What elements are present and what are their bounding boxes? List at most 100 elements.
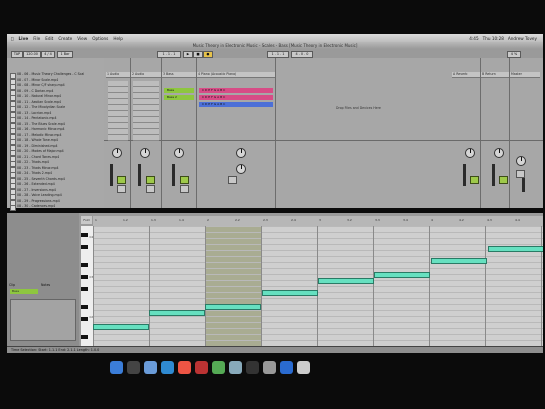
photos-icon[interactable] xyxy=(212,361,225,374)
quantization-menu[interactable]: 1 Bar xyxy=(57,51,73,58)
dashboard-icon[interactable] xyxy=(127,361,140,374)
midi-note[interactable] xyxy=(374,272,430,278)
empty-clip-slot[interactable] xyxy=(108,135,128,141)
track-header[interactable]: 2 Audio xyxy=(131,72,161,78)
menu-create[interactable]: Create xyxy=(58,36,72,41)
clip-slot-bass-2[interactable]: Bass 2 xyxy=(164,95,194,100)
black-key[interactable] xyxy=(81,233,88,237)
midi-note[interactable] xyxy=(488,246,543,252)
mail-icon[interactable] xyxy=(144,361,157,374)
pan-knob[interactable] xyxy=(140,148,150,158)
midi-note[interactable] xyxy=(318,278,374,284)
app-store-icon[interactable] xyxy=(280,361,293,374)
preview-icon[interactable] xyxy=(229,361,242,374)
midi-note[interactable] xyxy=(149,310,205,316)
pitch-row-line xyxy=(93,244,543,245)
apple-menu-icon[interactable]:  xyxy=(11,36,14,41)
pitch-row-line xyxy=(93,334,543,335)
arrangement-position[interactable]: 1 . 1 . 1 xyxy=(157,51,181,58)
solo-button[interactable] xyxy=(146,185,155,193)
clip-panel-controls[interactable] xyxy=(10,299,76,341)
pitch-row-line xyxy=(93,226,543,227)
pitch-row-line xyxy=(93,292,543,293)
menu-view[interactable]: View xyxy=(77,36,87,41)
pitch-row-line xyxy=(93,232,543,233)
pan-knob[interactable] xyxy=(494,148,504,158)
clip-slot-piano-1[interactable]: C D E F G A B C xyxy=(199,88,273,93)
midi-note[interactable] xyxy=(93,324,149,330)
clip-slot-piano-2[interactable]: C D E F G A B C xyxy=(199,95,273,100)
midi-note[interactable] xyxy=(262,290,318,296)
black-key[interactable] xyxy=(81,275,88,279)
midi-note[interactable] xyxy=(431,258,487,264)
tempo-field[interactable]: 120.00 xyxy=(23,51,41,58)
loop-start-field[interactable]: 1 . 1 . 1 xyxy=(267,51,289,58)
arm-button[interactable] xyxy=(228,176,237,184)
track-activator-button[interactable] xyxy=(117,176,126,184)
note-editor-grid[interactable] xyxy=(93,226,543,346)
master-button[interactable] xyxy=(516,170,525,178)
notes-box-title: Notes xyxy=(41,283,51,287)
record-button[interactable]: ● xyxy=(203,51,213,58)
safari-icon[interactable] xyxy=(161,361,174,374)
level-meter xyxy=(138,164,141,186)
send-knob[interactable] xyxy=(236,164,246,174)
black-key[interactable] xyxy=(81,287,88,291)
tap-tempo-button[interactable]: TAP xyxy=(11,51,23,58)
black-key[interactable] xyxy=(81,317,88,321)
menu-live[interactable]: Live xyxy=(19,36,29,41)
file-browser: 08 - 06 - Music Theory Challenges - C Sc… xyxy=(7,58,105,211)
black-key[interactable] xyxy=(81,335,88,339)
menu-options[interactable]: Options xyxy=(92,36,108,41)
menu-file[interactable]: File xyxy=(33,36,40,41)
track-4-piano[interactable]: 4 Piano (Acoustic Piano) C D E F G A B C… xyxy=(197,58,276,208)
clip-name-field[interactable]: Bass xyxy=(10,289,38,294)
empty-clip-slot[interactable] xyxy=(133,135,159,141)
black-key[interactable] xyxy=(81,245,88,249)
finder-icon[interactable] xyxy=(110,361,123,374)
track-activator-button[interactable] xyxy=(180,176,189,184)
calendar-icon[interactable] xyxy=(178,361,191,374)
pitch-row-line xyxy=(93,250,543,251)
black-key[interactable] xyxy=(81,263,88,267)
midi-note[interactable] xyxy=(205,304,261,310)
track-header[interactable]: 3 Bass xyxy=(162,72,196,78)
return-track-a[interactable]: A Reverb xyxy=(452,58,481,208)
system-prefs-icon[interactable] xyxy=(263,361,276,374)
menu-edit[interactable]: Edit xyxy=(45,36,53,41)
time-signature-field[interactable]: 4 / 4 xyxy=(41,51,55,58)
pan-knob[interactable] xyxy=(465,148,475,158)
return-track-b[interactable]: B Return xyxy=(481,58,510,208)
trash-icon[interactable] xyxy=(297,361,310,374)
clip-slot-bass[interactable]: Bass xyxy=(164,88,194,93)
track-header[interactable]: 4 Piano (Acoustic Piano) xyxy=(197,72,275,78)
play-button[interactable]: ▶ xyxy=(183,51,193,58)
stop-button[interactable]: ■ xyxy=(193,51,203,58)
fold-button[interactable]: Fold xyxy=(81,216,92,224)
solo-button[interactable] xyxy=(180,185,189,193)
track-header[interactable]: 1 Audio xyxy=(106,72,130,78)
track-header[interactable]: A Reverb xyxy=(452,72,480,78)
master-pan-knob[interactable] xyxy=(516,156,526,166)
loop-length-field[interactable]: 4 . 0 . 0 xyxy=(291,51,313,58)
itunes-icon[interactable] xyxy=(195,361,208,374)
pan-knob[interactable] xyxy=(236,148,246,158)
pan-knob[interactable] xyxy=(174,148,184,158)
drop-area[interactable]: Drop Files and Devices Here xyxy=(276,58,452,208)
menu-help[interactable]: Help xyxy=(113,36,123,41)
user-name[interactable]: Andrew Tovey xyxy=(508,36,537,41)
track-header[interactable]: B Return xyxy=(481,72,509,78)
track-activator-button[interactable] xyxy=(499,176,508,184)
pitch-row-line xyxy=(93,268,543,269)
clip-slot-piano-3[interactable]: C D E F G A B C xyxy=(199,102,273,107)
status-text: Time Selection: Start: 1.1.1 End: 2.1.1 … xyxy=(11,348,100,352)
pan-knob[interactable] xyxy=(112,148,122,158)
master-track[interactable]: Master xyxy=(510,58,540,208)
track-activator-button[interactable] xyxy=(470,176,479,184)
track-activator-button[interactable] xyxy=(146,176,155,184)
ableton-icon[interactable] xyxy=(246,361,259,374)
track-header[interactable]: Master xyxy=(510,72,540,78)
browser-item[interactable]: 08 - 30 - Cadences.mp4 xyxy=(17,204,102,210)
black-key[interactable] xyxy=(81,305,88,309)
solo-button[interactable] xyxy=(117,185,126,193)
